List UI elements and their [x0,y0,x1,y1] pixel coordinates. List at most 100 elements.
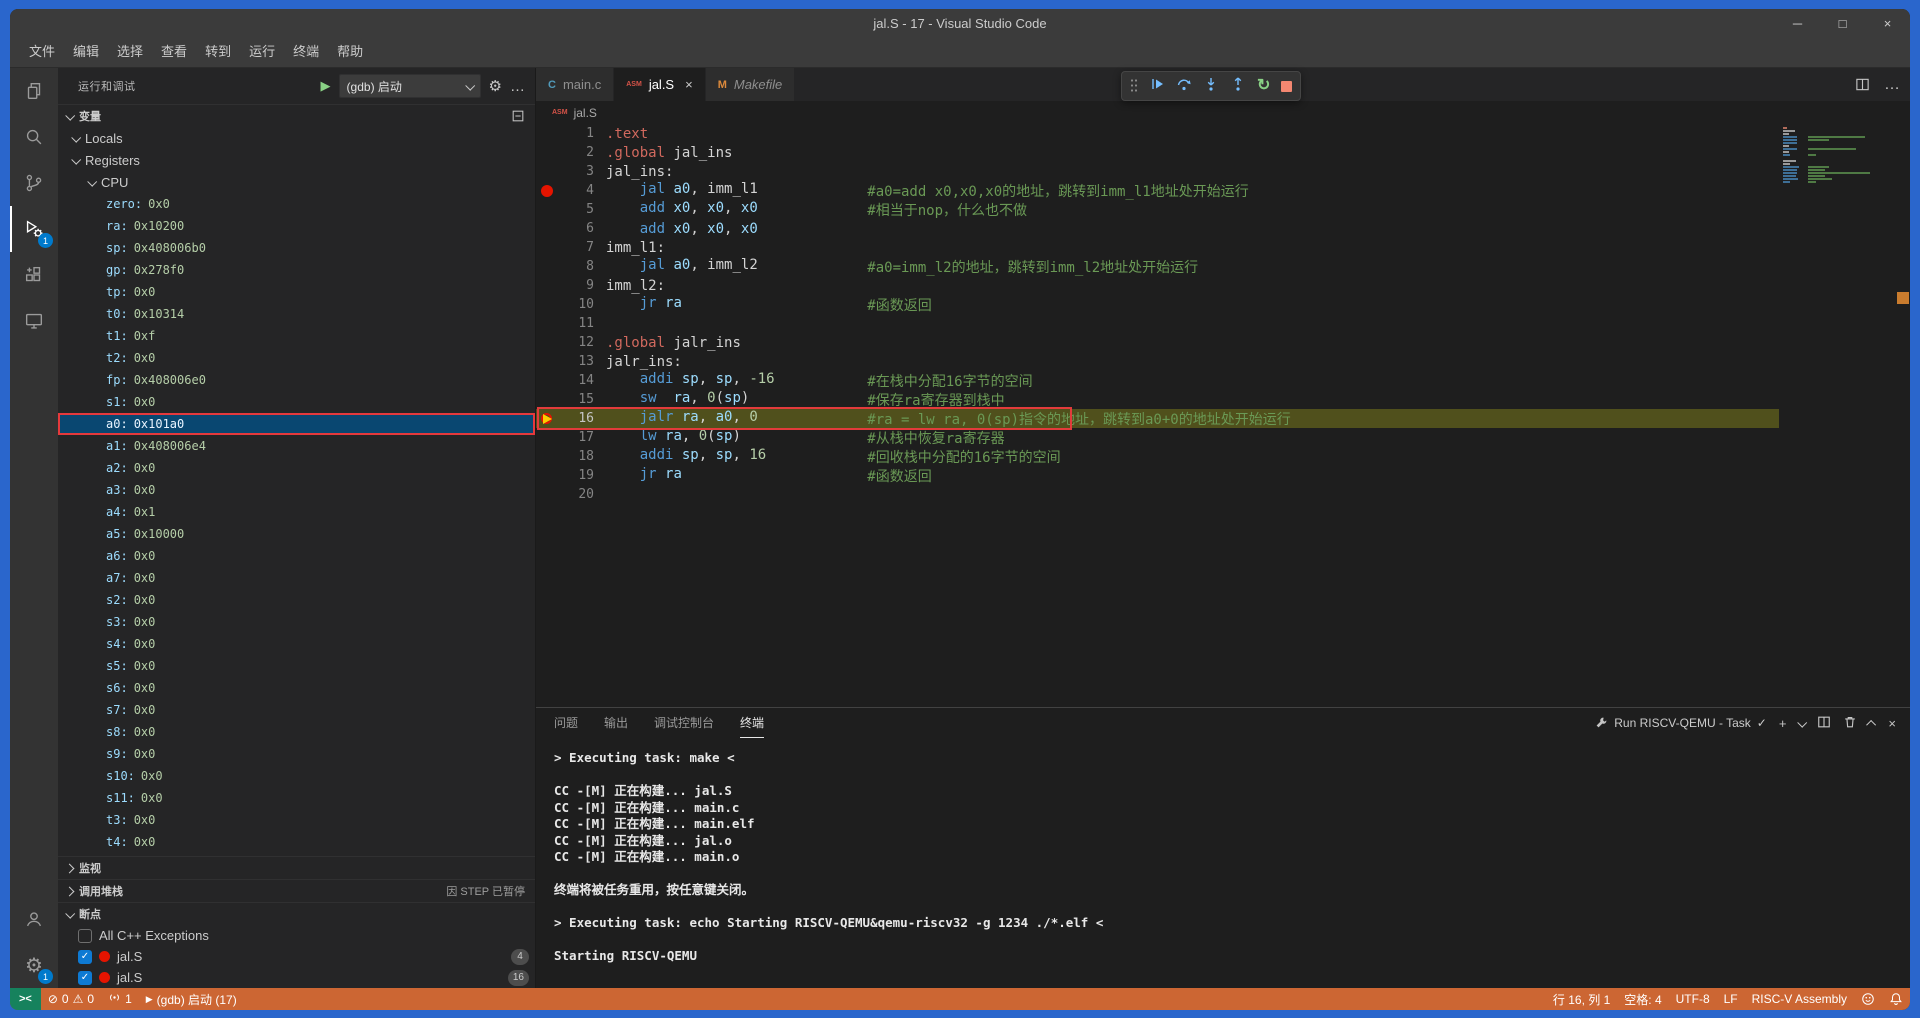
tab-jal.S[interactable]: ASMjal.S× [614,68,705,101]
minimize-button[interactable]: ─ [1775,9,1820,37]
run-and-debug-icon[interactable]: 1 [10,206,58,252]
code-editor[interactable]: 1.text2.global jal_ins3jal_ins:4 jal a0,… [536,124,1910,707]
register-row-s2[interactable]: s2:0x0 [58,589,535,611]
watch-section-header[interactable]: 监视 [58,856,535,879]
kill-terminal-icon[interactable] [1843,715,1857,732]
code-line-13[interactable]: 13jalr_ins: [536,352,1910,371]
split-terminal-icon[interactable] [1817,715,1831,732]
extensions-icon[interactable] [10,252,58,298]
split-editor-icon[interactable] [1855,77,1870,92]
collapse-all-icon[interactable] [511,109,525,123]
debug-session-indicator[interactable]: ▶ (gdb) 启动 (17) [139,988,244,1010]
register-row-s8[interactable]: s8:0x0 [58,721,535,743]
terminal-output[interactable]: > Executing task: make < CC -[M] 正在构建...… [536,738,1910,988]
step-over-button[interactable] [1176,76,1192,97]
menu-item-6[interactable]: 终端 [284,41,328,63]
menu-item-3[interactable]: 查看 [152,41,196,63]
register-row-tp[interactable]: tp:0x0 [58,281,535,303]
new-terminal-icon[interactable]: + [1779,716,1787,731]
register-row-s5[interactable]: s5:0x0 [58,655,535,677]
search-icon[interactable] [10,114,58,160]
scope-registers[interactable]: Registers [58,149,535,171]
more-actions-icon[interactable]: … [1884,76,1900,94]
tab-main.c[interactable]: Cmain.c [536,68,614,101]
register-row-s11[interactable]: s11:0x0 [58,787,535,809]
callstack-section-header[interactable]: 调用堆栈 因 STEP 已暂停 [58,879,535,902]
terminal-task-item[interactable]: Run RISCV-QEMU - Task ✓ [1594,716,1767,730]
close-button[interactable]: × [1865,9,1910,37]
encoding[interactable]: UTF-8 [1669,988,1717,1010]
code-line-5[interactable]: 5 add x0, x0, x0#相当于nop，什么也不做 [536,200,1910,219]
register-row-zero[interactable]: zero:0x0 [58,193,535,215]
menu-item-7[interactable]: 帮助 [328,41,372,63]
problems-indicator[interactable]: ⊘ 0 ⚠ 0 [41,988,101,1010]
notifications-bell-icon[interactable] [1882,988,1910,1010]
register-row-s3[interactable]: s3:0x0 [58,611,535,633]
tab-close-button[interactable]: × [685,77,693,92]
menu-item-5[interactable]: 运行 [240,41,284,63]
gutter-4[interactable] [536,185,558,197]
maximize-panel-icon[interactable] [1867,719,1877,729]
close-panel-icon[interactable]: × [1888,716,1896,731]
code-line-3[interactable]: 3jal_ins: [536,162,1910,181]
code-line-16[interactable]: 16 jalr ra, a0, 0#ra = lw ra, 0(sp)指令的地址… [536,409,1910,428]
panel-tab-1[interactable]: 输出 [604,709,628,738]
tab-Makefile[interactable]: MMakefile [706,68,796,101]
register-row-sp[interactable]: sp:0x408006b0 [58,237,535,259]
stop-button[interactable] [1281,81,1292,92]
breakpoint-checkbox[interactable]: ✓ [78,971,92,985]
code-line-12[interactable]: 12.global jalr_ins [536,333,1910,352]
editor-scrollbar[interactable] [1896,124,1910,707]
panel-tab-3[interactable]: 终端 [740,709,764,738]
scope-locals[interactable]: Locals [58,127,535,149]
minimap[interactable] [1778,126,1896,186]
register-row-t3[interactable]: t3:0x0 [58,809,535,831]
panel-tab-2[interactable]: 调试控制台 [654,709,714,738]
code-line-9[interactable]: 9imm_l2: [536,276,1910,295]
register-row-a7[interactable]: a7:0x0 [58,567,535,589]
code-line-19[interactable]: 19 jr ra#函数返回 [536,466,1910,485]
register-row-a0[interactable]: a0:0x101a0 [58,413,535,435]
register-row-gp[interactable]: gp:0x278f0 [58,259,535,281]
menu-item-2[interactable]: 选择 [108,41,152,63]
explorer-icon[interactable] [10,68,58,114]
code-line-20[interactable]: 20 [536,485,1910,504]
menu-item-4[interactable]: 转到 [196,41,240,63]
remote-explorer-icon[interactable] [10,298,58,344]
breakpoint-checkbox[interactable] [78,929,92,943]
continue-button[interactable] [1149,76,1165,97]
more-actions-icon[interactable]: … [510,78,525,95]
register-row-s9[interactable]: s9:0x0 [58,743,535,765]
remote-indicator[interactable]: >< [10,988,41,1010]
code-line-6[interactable]: 6 add x0, x0, x0 [536,219,1910,238]
breakpoints-section-header[interactable]: 断点 [58,902,535,925]
menu-item-1[interactable]: 编辑 [64,41,108,63]
register-row-s6[interactable]: s6:0x0 [58,677,535,699]
register-row-a1[interactable]: a1:0x408006e4 [58,435,535,457]
register-row-a5[interactable]: a5:0x10000 [58,523,535,545]
register-row-a2[interactable]: a2:0x0 [58,457,535,479]
restart-button[interactable]: ↻ [1257,78,1270,94]
register-row-s1[interactable]: s1:0x0 [58,391,535,413]
feedback-smiley-icon[interactable] [1854,988,1882,1010]
step-out-button[interactable] [1230,76,1246,97]
settings-gear-icon[interactable]: ⚙ 1 [10,942,58,988]
code-line-4[interactable]: 4 jal a0, imm_l1#a0=add x0,x0,x0的地址，跳转到i… [536,181,1910,200]
account-icon[interactable] [10,896,58,942]
register-row-t1[interactable]: t1:0xf [58,325,535,347]
register-row-a6[interactable]: a6:0x0 [58,545,535,567]
code-line-18[interactable]: 18 addi sp, sp, 16#回收栈中分配的16字节的空间 [536,447,1910,466]
register-row-t2[interactable]: t2:0x0 [58,347,535,369]
code-line-1[interactable]: 1.text [536,124,1910,143]
register-row-ra[interactable]: ra:0x10200 [58,215,535,237]
language-mode[interactable]: RISC-V Assembly [1745,988,1854,1010]
variables-section-header[interactable]: 变量 [58,104,535,127]
code-line-11[interactable]: 11 [536,314,1910,333]
register-row-s4[interactable]: s4:0x0 [58,633,535,655]
register-row-t4[interactable]: t4:0x0 [58,831,535,853]
breakpoint-row-1[interactable]: ✓jal.S4 [58,946,535,967]
register-row-fp[interactable]: fp:0x408006e0 [58,369,535,391]
step-into-button[interactable] [1203,76,1219,97]
indentation[interactable]: 空格: 4 [1617,988,1668,1010]
gear-icon[interactable]: ⚙ [489,77,502,95]
